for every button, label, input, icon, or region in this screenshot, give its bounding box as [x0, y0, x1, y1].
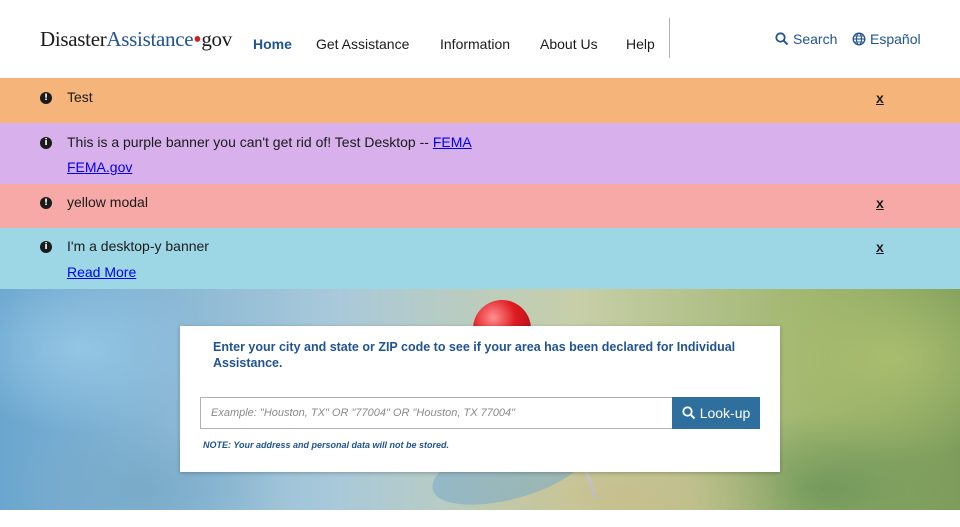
site-logo[interactable]: DisasterAssistance•gov: [40, 27, 232, 52]
info-icon: i: [40, 241, 52, 253]
privacy-note: NOTE: Your address and personal data wil…: [203, 440, 450, 450]
banner-close-button[interactable]: x: [876, 239, 884, 255]
banner-message: This is a purple banner you can't get ri…: [67, 134, 472, 150]
search-link[interactable]: Search: [775, 31, 837, 47]
banner-message: I'm a desktop-y banner: [67, 238, 209, 254]
language-link[interactable]: Español: [852, 31, 921, 47]
banner-close-button[interactable]: x: [876, 195, 884, 211]
site-header: DisasterAssistance•gov Home Get Assistan…: [0, 0, 960, 78]
exclamation-icon: !: [40, 197, 52, 209]
alert-banner-red: ! yellow modal x: [0, 184, 960, 228]
banner-close-button[interactable]: x: [876, 90, 884, 106]
logo-text-gov: gov: [201, 27, 232, 51]
search-label: Search: [793, 31, 838, 47]
language-label: Español: [870, 31, 921, 47]
nav-divider: [669, 18, 670, 58]
fema-gov-link[interactable]: FEMA.gov: [67, 159, 132, 175]
location-search-input[interactable]: [200, 397, 673, 429]
nav-about-us[interactable]: About Us: [540, 36, 598, 52]
search-icon: [682, 406, 695, 420]
nav-information[interactable]: Information: [440, 36, 510, 52]
logo-dot-icon: •: [193, 27, 202, 53]
read-more-link[interactable]: Read More: [67, 264, 136, 280]
fema-link[interactable]: FEMA: [433, 134, 472, 150]
alert-banner-blue: i I'm a desktop-y banner Read More x: [0, 228, 960, 289]
nav-get-assistance[interactable]: Get Assistance: [316, 36, 409, 52]
nav-help[interactable]: Help: [626, 36, 655, 52]
logo-text-assistance: Assistance: [106, 27, 194, 51]
area-lookup-card: Enter your city and state or ZIP code to…: [180, 326, 780, 472]
exclamation-icon: !: [40, 92, 52, 104]
banner-message: yellow modal: [67, 194, 148, 210]
lookup-button-label: Look-up: [699, 405, 751, 421]
logo-text-disaster: Disaster: [40, 27, 107, 51]
banner-message-text: This is a purple banner you can't get ri…: [67, 134, 433, 150]
banner-message: Test: [67, 89, 93, 105]
alert-banner-orange: ! Test x: [0, 78, 960, 123]
lookup-button[interactable]: Look-up: [672, 397, 760, 429]
search-icon: [775, 32, 789, 46]
info-icon: i: [40, 137, 52, 149]
nav-home[interactable]: Home: [253, 36, 292, 52]
lookup-prompt: Enter your city and state or ZIP code to…: [213, 340, 736, 370]
globe-icon: [852, 32, 866, 46]
alert-banner-purple: i This is a purple banner you can't get …: [0, 123, 960, 184]
